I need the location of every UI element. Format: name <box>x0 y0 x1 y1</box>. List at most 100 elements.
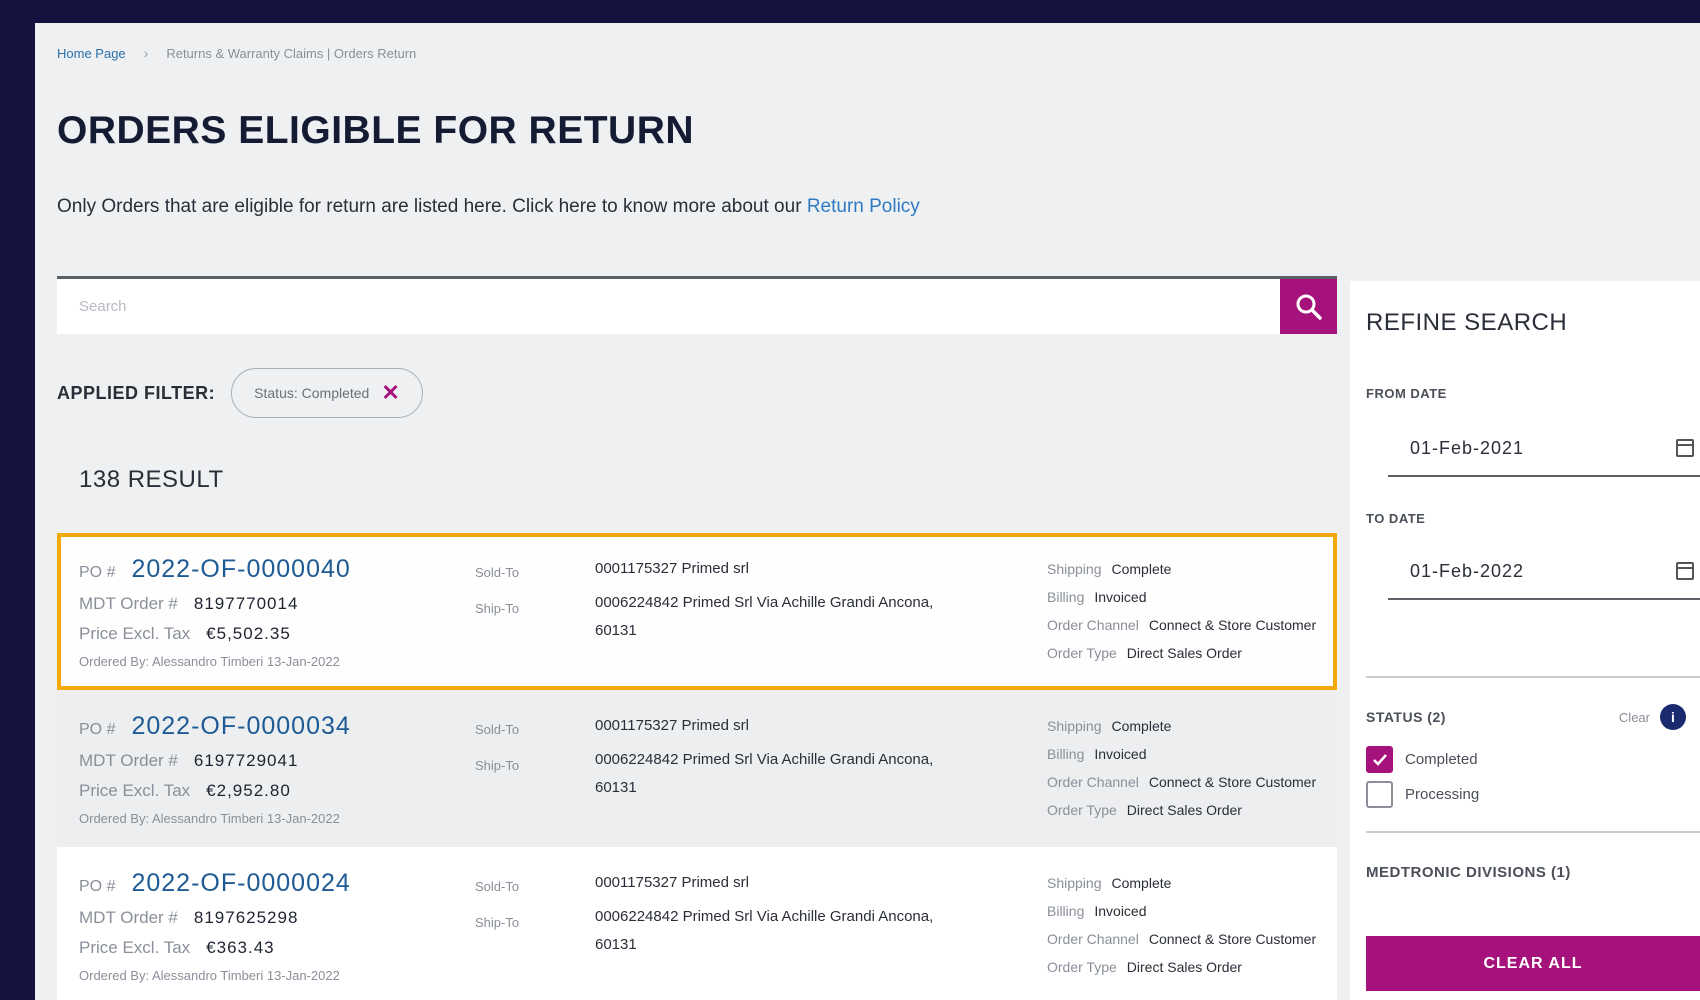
breadcrumb-current: Returns & Warranty Claims | Orders Retur… <box>166 45 417 61</box>
applied-filters: APPLIED FILTER: Status: Completed ✕ <box>57 368 423 418</box>
billing-status: Invoiced <box>1094 746 1147 762</box>
from-date-input[interactable]: 01-Feb-2021 <box>1388 421 1700 477</box>
checkbox-unchecked[interactable] <box>1366 781 1393 808</box>
sold-to-label: Sold-To <box>475 879 520 894</box>
mdt-order-value: 8197770014 <box>193 594 299 613</box>
sold-to-label: Sold-To <box>475 722 520 737</box>
ship-to-label: Ship-To <box>475 601 520 616</box>
order-channel-label: Order Channel <box>1047 774 1139 790</box>
refine-search-panel: REFINE SEARCH FROM DATE 01-Feb-2021 TO D… <box>1350 281 1700 1000</box>
divisions-filter[interactable]: MEDTRONIC DIVISIONS (1) <box>1366 864 1571 881</box>
billing-label: Billing <box>1047 746 1085 762</box>
price-value: €2,952.80 <box>206 781 291 800</box>
shipping-label: Shipping <box>1047 561 1102 577</box>
mdt-order-label: MDT Order # <box>79 908 178 927</box>
divider <box>1366 676 1700 678</box>
info-icon[interactable]: i <box>1660 704 1686 730</box>
applied-filter-label: APPLIED FILTER: <box>57 382 216 403</box>
shipping-status: Complete <box>1111 561 1172 577</box>
shipping-status: Complete <box>1111 718 1172 734</box>
order-channel-value: Connect & Store Customer <box>1148 617 1317 633</box>
page: Home Page › Returns & Warranty Claims | … <box>35 23 1700 1000</box>
price-label: Price Excl. Tax <box>79 938 191 957</box>
status-filter-header: STATUS (2) Clear i <box>1366 704 1686 730</box>
clear-all-button[interactable]: CLEAR ALL <box>1366 936 1700 991</box>
status-option-label: Completed <box>1405 751 1478 768</box>
remove-filter-icon[interactable]: ✕ <box>381 380 399 406</box>
ship-to-value: 0006224842 Primed Srl Via Achille Grandi… <box>595 908 934 953</box>
status-option-label: Processing <box>1405 786 1480 803</box>
price-label: Price Excl. Tax <box>79 624 191 643</box>
to-date-value: 01-Feb-2022 <box>1410 560 1525 581</box>
po-number-link[interactable]: 2022-OF-0000040 <box>131 555 350 584</box>
search-button[interactable] <box>1280 279 1337 334</box>
search-bar <box>57 276 1337 334</box>
mdt-order-value: 6197729041 <box>193 751 299 770</box>
filter-chip-label: Status: Completed <box>254 385 370 401</box>
price-value: €363.43 <box>206 938 275 957</box>
mdt-order-value: 8197625298 <box>193 908 299 927</box>
ordered-by: Ordered By: Alessandro Timberi 13-Jan-20… <box>79 811 340 826</box>
status-clear-label: Clear <box>1618 709 1650 725</box>
filter-chip: Status: Completed ✕ <box>231 368 423 418</box>
billing-status: Invoiced <box>1094 903 1147 919</box>
calendar-icon[interactable] <box>1676 562 1694 580</box>
refine-search-title: REFINE SEARCH <box>1366 309 1568 336</box>
price-value: €5,502.35 <box>206 624 291 643</box>
po-number-link[interactable]: 2022-OF-0000034 <box>131 712 350 741</box>
billing-label: Billing <box>1047 589 1085 605</box>
order-type-label: Order Type <box>1047 645 1117 661</box>
order-channel-label: Order Channel <box>1047 617 1139 633</box>
search-input[interactable] <box>57 279 1280 334</box>
status-option-processing[interactable]: Processing <box>1366 781 1479 808</box>
shipping-label: Shipping <box>1047 718 1102 734</box>
order-card[interactable]: PO # 2022-OF-0000040 MDT Order # 81977700… <box>57 533 1337 690</box>
shipping-status: Complete <box>1111 875 1172 891</box>
order-type-value: Direct Sales Order <box>1126 959 1242 975</box>
po-label: PO # <box>79 721 116 738</box>
sold-to-value: 0001175327 Primed srl <box>595 717 749 734</box>
mdt-order-label: MDT Order # <box>79 751 178 770</box>
result-count: 138 RESULT <box>79 466 224 493</box>
ship-to-label: Ship-To <box>475 758 520 773</box>
status-clear[interactable]: Clear i <box>1619 704 1686 730</box>
search-icon <box>1296 294 1322 320</box>
billing-status: Invoiced <box>1094 589 1147 605</box>
order-type-label: Order Type <box>1047 802 1117 818</box>
calendar-icon[interactable] <box>1676 439 1694 457</box>
price-label: Price Excl. Tax <box>79 781 191 800</box>
po-number-link[interactable]: 2022-OF-0000024 <box>131 869 350 898</box>
divider <box>1366 831 1700 833</box>
mdt-order-label: MDT Order # <box>79 594 178 613</box>
checkbox-checked[interactable] <box>1366 746 1393 773</box>
ship-to-value: 0006224842 Primed Srl Via Achille Grandi… <box>595 751 934 796</box>
status-filter-label: STATUS (2) <box>1366 709 1446 725</box>
orders-list: PO # 2022-OF-0000040 MDT Order # 81977700… <box>57 533 1337 1000</box>
order-type-value: Direct Sales Order <box>1126 645 1242 661</box>
checkmark-icon <box>1372 753 1387 766</box>
from-date-label: FROM DATE <box>1366 386 1447 401</box>
sold-to-value: 0001175327 Primed srl <box>595 560 749 577</box>
shipping-label: Shipping <box>1047 875 1102 891</box>
chevron-right-icon: › <box>143 45 149 61</box>
billing-label: Billing <box>1047 903 1085 919</box>
status-option-completed[interactable]: Completed <box>1366 746 1478 773</box>
page-title: ORDERS ELIGIBLE FOR RETURN <box>57 109 695 152</box>
breadcrumb-home-link[interactable]: Home Page <box>57 46 126 61</box>
po-label: PO # <box>79 878 116 895</box>
order-card[interactable]: PO # 2022-OF-0000024 MDT Order # 81976252… <box>57 847 1337 1000</box>
intro-text: Only Orders that are eligible for return… <box>57 196 920 218</box>
to-date-input[interactable]: 01-Feb-2022 <box>1388 544 1700 600</box>
order-card[interactable]: PO # 2022-OF-0000034 MDT Order # 61977290… <box>57 690 1337 847</box>
ship-to-label: Ship-To <box>475 915 520 930</box>
to-date-label: TO DATE <box>1366 511 1426 526</box>
ordered-by: Ordered By: Alessandro Timberi 13-Jan-20… <box>79 968 340 983</box>
order-type-label: Order Type <box>1047 959 1117 975</box>
intro-body: Only Orders that are eligible for return… <box>57 196 802 217</box>
return-policy-link[interactable]: Return Policy <box>807 196 920 217</box>
sold-to-label: Sold-To <box>475 565 520 580</box>
po-label: PO # <box>79 564 116 581</box>
order-channel-label: Order Channel <box>1047 931 1139 947</box>
breadcrumb: Home Page › Returns & Warranty Claims | … <box>57 45 416 61</box>
order-channel-value: Connect & Store Customer <box>1148 931 1317 947</box>
